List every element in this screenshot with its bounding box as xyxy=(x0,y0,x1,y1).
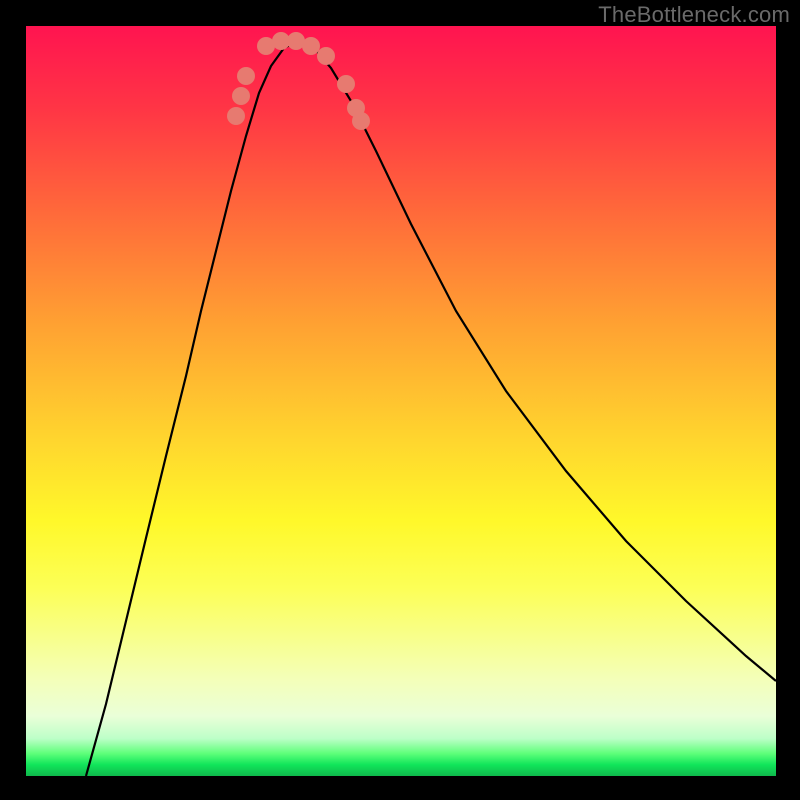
curve-marker xyxy=(352,112,370,130)
curve-marker xyxy=(337,75,355,93)
bottleneck-curve-line xyxy=(86,41,776,776)
curve-marker xyxy=(227,107,245,125)
curve-marker xyxy=(317,47,335,65)
watermark-text: TheBottleneck.com xyxy=(598,2,790,28)
curve-marker xyxy=(302,37,320,55)
curve-marker xyxy=(232,87,250,105)
curve-marker xyxy=(237,67,255,85)
bottleneck-curve-svg xyxy=(26,26,776,776)
curve-marker-group xyxy=(227,32,370,130)
chart-plot-area xyxy=(26,26,776,776)
